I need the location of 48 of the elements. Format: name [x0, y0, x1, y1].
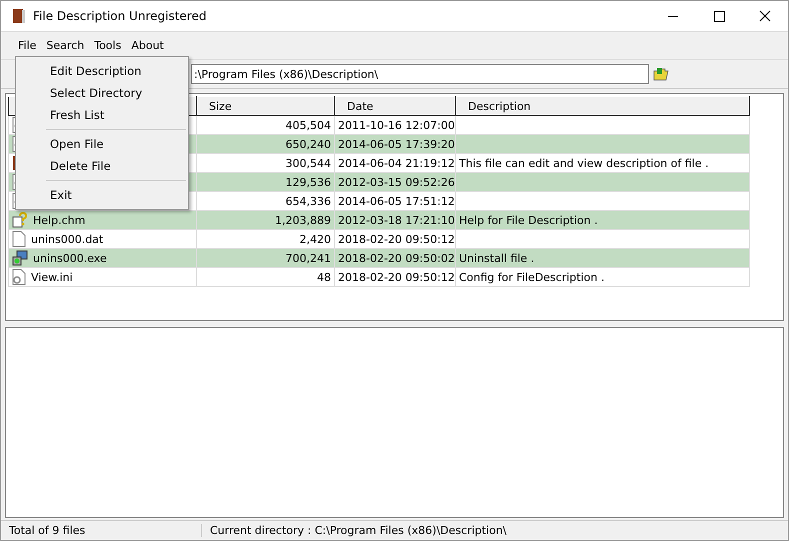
- path-field[interactable]: :\Program Files (x86)\Description\: [191, 64, 649, 84]
- file-date: 2011-10-16 12:07:00: [338, 118, 454, 132]
- menu-entry[interactable]: Fresh List: [16, 104, 188, 126]
- folder-icon[interactable]: [653, 67, 669, 81]
- file-name: View.ini: [31, 270, 73, 284]
- file-date: 2014-06-04 21:19:12: [338, 156, 454, 170]
- file-date: 2014-06-05 17:51:12: [338, 194, 454, 208]
- installer-icon: [12, 250, 28, 266]
- status-text: Current directory : C:\Program Files (x86)\Description\: [209, 524, 507, 537]
- file-description: Uninstall file .: [459, 252, 534, 264]
- file-name: unins000.dat: [31, 232, 104, 246]
- file-date: 2014-06-05 17:39:20: [338, 138, 454, 150]
- column-header[interactable]: Size: [196, 96, 334, 116]
- file-date: 2018-02-20 09:50:12: [338, 232, 454, 246]
- menu-entry[interactable]: Select Directory: [16, 82, 188, 104]
- file-date: 2018-02-20 09:50:02: [338, 252, 454, 264]
- window-title: File Description Unregistered: [33, 9, 208, 23]
- file-size: 650,240: [286, 138, 331, 150]
- menu-item[interactable]: About: [126, 39, 169, 52]
- menu-item[interactable]: Search: [41, 39, 90, 52]
- file-size: 2,420: [300, 232, 331, 246]
- gear-file-icon: [12, 269, 26, 285]
- file-description: Config for FileDescription .: [459, 270, 604, 284]
- file-description: Help for File Description .: [459, 214, 598, 226]
- file-description: This file can edit and view description of file .: [459, 156, 709, 170]
- column-header[interactable]: Date: [334, 96, 456, 116]
- status-text: Total of 9 files: [1, 524, 202, 537]
- menu-item[interactable]: Tools: [89, 39, 126, 52]
- menu-item[interactable]: File: [13, 39, 42, 52]
- file-date: 2012-03-15 09:52:26: [338, 176, 454, 188]
- file-size: 129,536: [286, 176, 331, 188]
- app-icon: [11, 8, 27, 24]
- file-size: 654,336: [286, 194, 331, 208]
- file-size: 48: [317, 270, 331, 284]
- file-name: unins000.exe: [33, 252, 107, 264]
- menu-entry[interactable]: Delete File: [16, 155, 188, 177]
- blank-file-icon: [12, 231, 26, 247]
- file-date: 2012-03-18 17:21:10: [338, 214, 454, 226]
- file-name: Help.chm: [33, 214, 86, 226]
- help-file-icon: [12, 212, 28, 228]
- file-size: 405,504: [286, 118, 331, 132]
- file-size: 300,544: [286, 156, 331, 170]
- file-size: 700,241: [286, 252, 331, 264]
- file-date: 2018-02-20 09:50:12: [338, 270, 454, 284]
- column-header[interactable]: Description: [456, 96, 750, 116]
- menu-entry[interactable]: Exit: [16, 184, 188, 206]
- file-size: 1,203,889: [275, 214, 331, 226]
- menu-entry[interactable]: Edit Description: [16, 60, 188, 82]
